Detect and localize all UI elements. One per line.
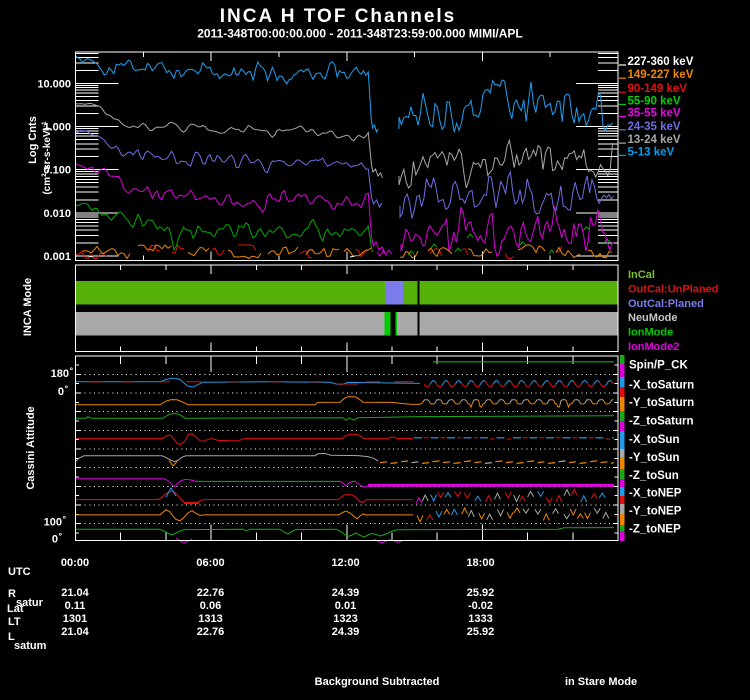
svg-text:24.39: 24.39	[332, 587, 360, 599]
svg-text:Lat: Lat	[7, 603, 24, 615]
svg-text:InCal: InCal	[628, 269, 655, 281]
svg-text:°: °	[70, 366, 74, 376]
svg-text:0.001: 0.001	[43, 251, 71, 263]
svg-text:IonMode: IonMode	[628, 327, 673, 339]
svg-text:21.04: 21.04	[61, 587, 89, 599]
svg-text:06:00: 06:00	[196, 557, 224, 569]
svg-text:-Z_toNEP: -Z_toNEP	[629, 524, 681, 536]
svg-text:25.92: 25.92	[467, 626, 495, 638]
svg-text:°: °	[59, 531, 63, 541]
svg-text:UTC: UTC	[8, 566, 31, 578]
svg-text:Log Cnts: Log Cnts	[27, 116, 39, 164]
svg-text:OutCal:Planed: OutCal:Planed	[628, 298, 704, 310]
svg-text:18:00: 18:00	[466, 557, 494, 569]
svg-text:00:00: 00:00	[61, 557, 89, 569]
svg-text:0.01: 0.01	[335, 600, 356, 612]
svg-text:1301: 1301	[63, 613, 87, 625]
svg-text:22.76: 22.76	[197, 626, 225, 638]
svg-text:13-24 keV: 13-24 keV	[628, 134, 681, 146]
svg-text:0: 0	[52, 534, 58, 546]
svg-text:24-35 keV: 24-35 keV	[628, 121, 681, 133]
svg-text:12:00: 12:00	[331, 557, 359, 569]
svg-text:-Y_toNEP: -Y_toNEP	[629, 505, 682, 517]
svg-text:10.000: 10.000	[37, 79, 71, 91]
svg-text:0.06: 0.06	[200, 600, 221, 612]
svg-text:180: 180	[51, 368, 69, 380]
svg-text:100: 100	[44, 517, 62, 529]
svg-text:°: °	[63, 514, 67, 524]
svg-text:21.04: 21.04	[61, 626, 89, 638]
svg-text:-Z_toSun: -Z_toSun	[629, 470, 679, 482]
svg-text:INCA Mode: INCA Mode	[22, 278, 34, 336]
svg-text:22.76: 22.76	[197, 587, 225, 599]
svg-text:55-90 keV: 55-90 keV	[628, 95, 681, 107]
svg-text:1323: 1323	[333, 613, 357, 625]
svg-text:24.39: 24.39	[332, 626, 360, 638]
svg-text:Cassini Attitude: Cassini Attitude	[25, 406, 37, 489]
svg-text:-X_toNEP: -X_toNEP	[629, 487, 682, 499]
svg-text:LT: LT	[8, 616, 21, 628]
svg-text:Spin/P_CK: Spin/P_CK	[629, 359, 688, 371]
svg-text:NeuMode: NeuMode	[628, 312, 678, 324]
svg-text:°: °	[65, 384, 69, 394]
svg-text:227-360 keV: 227-360 keV	[628, 56, 694, 68]
svg-text:-Y_toSun: -Y_toSun	[629, 452, 679, 464]
svg-text:(cm2-sr-s-keV)-1: (cm2-sr-s-keV)-1	[41, 121, 53, 195]
svg-text:-0.02: -0.02	[468, 600, 493, 612]
svg-text:0.010: 0.010	[43, 208, 71, 220]
svg-text:satum: satum	[14, 640, 47, 652]
svg-text:5-13 keV: 5-13 keV	[628, 146, 675, 158]
svg-text:25.92: 25.92	[467, 587, 495, 599]
svg-text:35-55 keV: 35-55 keV	[628, 108, 681, 120]
svg-text:-Z_toSaturn: -Z_toSaturn	[629, 415, 694, 427]
svg-text:1313: 1313	[198, 613, 222, 625]
svg-text:Background Subtracted: Background Subtracted	[315, 676, 440, 688]
svg-text:-Y_toSaturn: -Y_toSaturn	[629, 397, 694, 409]
svg-text:OutCal:UnPlaned: OutCal:UnPlaned	[628, 283, 718, 295]
svg-text:0: 0	[58, 386, 64, 398]
svg-text:2011-348T00:00:00.000 - 2011-3: 2011-348T00:00:00.000 - 2011-348T23:59:0…	[197, 27, 523, 41]
svg-text:90-149 keV: 90-149 keV	[628, 83, 688, 95]
svg-text:-X_toSun: -X_toSun	[629, 434, 679, 446]
svg-text:0.11: 0.11	[65, 600, 86, 612]
svg-text:1333: 1333	[468, 613, 492, 625]
svg-text:IonMode2: IonMode2	[628, 341, 679, 353]
svg-text:149-227 keV: 149-227 keV	[628, 69, 694, 81]
svg-text:in Stare Mode: in Stare Mode	[565, 676, 637, 688]
svg-text:-X_toSaturn: -X_toSaturn	[629, 379, 694, 391]
svg-text:INCA H TOF Channels: INCA H TOF Channels	[220, 6, 456, 27]
svg-text:R: R	[8, 588, 16, 600]
